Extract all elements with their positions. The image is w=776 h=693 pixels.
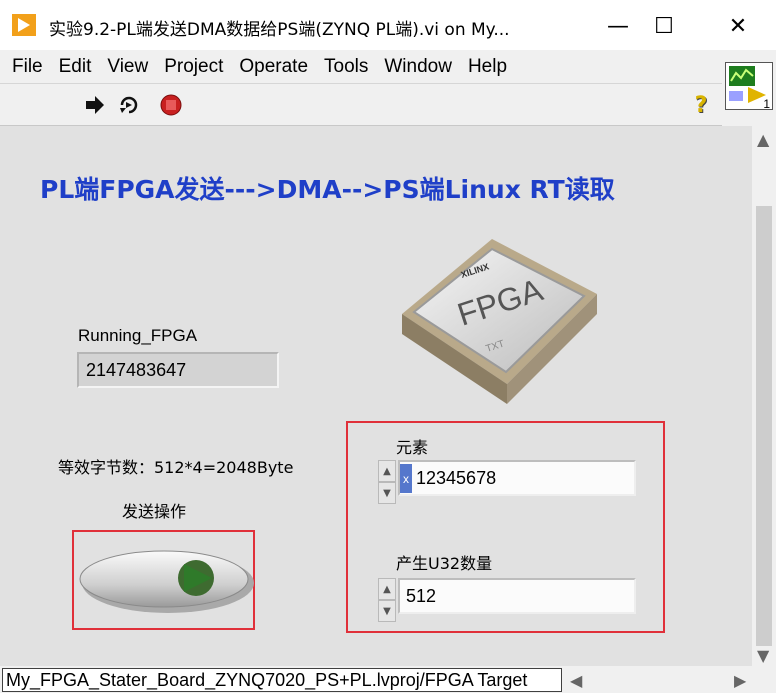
decrement-arrow-icon[interactable]: ▼: [378, 482, 396, 504]
panel-heading: PL端FPGA发送--->DMA-->PS端Linux RT读取: [40, 175, 615, 204]
element-numeric-control: ▲ ▼ x 12345678: [378, 460, 636, 504]
send-operation-button[interactable]: [72, 530, 255, 630]
labview-vi-icon[interactable]: [12, 14, 36, 36]
maximize-icon: ☐: [654, 13, 674, 39]
menu-edit[interactable]: Edit: [47, 56, 92, 78]
menu-view[interactable]: View: [95, 56, 148, 78]
element-value-field[interactable]: x 12345678: [398, 460, 636, 496]
run-continuously-button[interactable]: [118, 94, 140, 116]
menu-project[interactable]: Project: [152, 56, 223, 78]
run-button[interactable]: [84, 94, 106, 116]
radix-indicator[interactable]: x: [400, 464, 412, 493]
increment-arrow-icon[interactable]: ▲: [378, 578, 396, 600]
u32-count-numeric-control: ▲ ▼ 512: [378, 578, 636, 622]
toolbar: ?: [0, 84, 722, 126]
run-continuously-icon: [120, 96, 138, 114]
scroll-down-icon[interactable]: ▼: [757, 646, 769, 665]
horizontal-scrollbar[interactable]: My_FPGA_Stater_Board_ZYNQ7020_PS+PL.lvpr…: [0, 666, 776, 693]
vertical-scroll-thumb[interactable]: [756, 206, 772, 646]
front-panel: PL端FPGA发送--->DMA-->PS端Linux RT读取 XILINX …: [0, 126, 752, 666]
vi-connector-icon[interactable]: 1: [725, 62, 773, 111]
count-spinner[interactable]: ▲ ▼: [378, 578, 396, 622]
element-value: 12345678: [416, 468, 497, 488]
run-arrow-icon: [86, 96, 104, 114]
menu-help[interactable]: Help: [456, 56, 507, 78]
u32-count-value-field[interactable]: 512: [398, 578, 636, 614]
scroll-up-icon[interactable]: ▲: [757, 130, 769, 149]
menu-bar: File Edit View Project Operate Tools Win…: [0, 50, 722, 84]
project-target-path: My_FPGA_Stater_Board_ZYNQ7020_PS+PL.lvpr…: [2, 668, 562, 692]
minimize-button[interactable]: —: [596, 8, 640, 44]
vertical-scrollbar[interactable]: ▲ ▼: [752, 126, 776, 666]
abort-button[interactable]: [160, 94, 182, 116]
title-bar: 实验9.2-PL端发送DMA数据给PS端(ZYNQ PL端).vi on My.…: [0, 0, 776, 50]
close-icon: ✕: [728, 13, 748, 39]
send-operation-label: 发送操作: [122, 502, 187, 521]
menu-operate[interactable]: Operate: [227, 56, 308, 78]
element-spinner[interactable]: ▲ ▼: [378, 460, 396, 504]
minimize-icon: —: [607, 13, 629, 39]
decrement-arrow-icon[interactable]: ▼: [378, 600, 396, 622]
bytes-note: 等效字节数：512*4=2048Byte: [58, 458, 294, 477]
vi-icon-pane: 1: [722, 50, 776, 126]
close-button[interactable]: ✕: [716, 8, 760, 44]
u32-count-label: 产生U32数量: [396, 554, 493, 573]
menu-window[interactable]: Window: [372, 56, 452, 78]
context-help-button[interactable]: ?: [690, 92, 712, 118]
running-fpga-label: Running_FPGA: [78, 326, 198, 345]
window-title: 实验9.2-PL端发送DMA数据给PS端(ZYNQ PL端).vi on My.…: [49, 20, 510, 40]
element-label: 元素: [396, 438, 429, 457]
green-led-arrow-icon: [178, 560, 214, 596]
menu-file[interactable]: File: [0, 56, 43, 78]
help-question-icon: ?: [694, 92, 708, 118]
scroll-left-icon[interactable]: ◀: [570, 671, 582, 690]
vi-badge: 1: [763, 97, 770, 111]
scroll-right-icon[interactable]: ▶: [734, 671, 746, 690]
fpga-chip-image: XILINX FPGA TXT: [392, 234, 602, 409]
abort-stop-icon: [160, 94, 182, 116]
running-fpga-indicator: 2147483647: [77, 352, 279, 388]
maximize-button[interactable]: ☐: [642, 8, 686, 44]
increment-arrow-icon[interactable]: ▲: [378, 460, 396, 482]
menu-tools[interactable]: Tools: [312, 56, 368, 78]
